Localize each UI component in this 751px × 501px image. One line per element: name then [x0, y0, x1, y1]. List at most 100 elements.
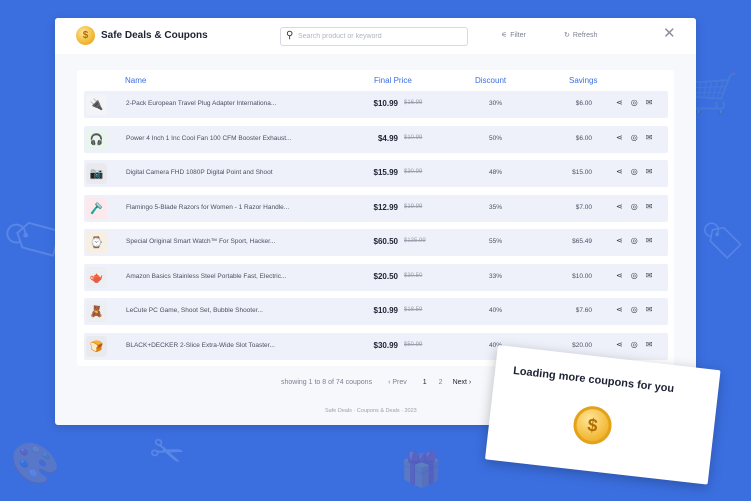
whatsapp-icon[interactable]: ◎ [631, 133, 638, 142]
top-bar: $ Safe Deals & Coupons ⚲ ⚟ Filter ↻ Refr… [55, 18, 696, 54]
product-name[interactable]: LeCute PC Game, Shoot Set, Bubble Shoote… [126, 307, 346, 314]
refresh-icon: ↻ [564, 32, 570, 39]
search-input[interactable] [298, 30, 463, 43]
product-name[interactable]: Digital Camera FHD 1080P Digital Point a… [126, 169, 346, 176]
row-actions: ⋖ ◎ ✉ [616, 98, 652, 107]
discount-percent: 55% [489, 238, 503, 245]
table-header: Name Final Price Discount Savings [77, 76, 674, 88]
filter-label: Filter [510, 31, 526, 39]
table-row[interactable]: 📷 Digital Camera FHD 1080P Digital Point … [84, 160, 668, 187]
email-icon[interactable]: ✉ [646, 133, 653, 142]
final-price: $20.50 [373, 271, 398, 281]
toaster-icon: 🍞 [86, 335, 107, 357]
camera-icon: 📷 [86, 163, 107, 184]
email-icon[interactable]: ✉ [646, 271, 653, 280]
pagination: showing 1 to 8 of 74 coupons ‹ Prev 1 2 … [281, 379, 471, 386]
next-page-button[interactable]: Next › [453, 379, 472, 386]
table-row[interactable]: 🫖 Amazon Basics Stainless Steel Portable … [84, 263, 668, 291]
email-icon[interactable]: ✉ [646, 98, 653, 107]
email-icon[interactable]: ✉ [646, 236, 653, 245]
savings-amount: $10.00 [572, 272, 592, 280]
product-name[interactable]: Amazon Basics Stainless Steel Portable F… [126, 273, 346, 280]
header-name[interactable]: Name [125, 76, 146, 85]
table-row[interactable]: 🧸 LeCute PC Game, Shoot Set, Bubble Shoot… [84, 298, 668, 325]
row-actions: ⋖ ◎ ✉ [616, 167, 652, 176]
whatsapp-icon[interactable]: ◎ [631, 305, 638, 314]
product-name[interactable]: 2-Pack European Travel Plug Adapter Inte… [126, 100, 346, 107]
email-icon[interactable]: ✉ [646, 340, 653, 349]
savings-amount: $6.00 [575, 100, 592, 107]
refresh-button[interactable]: ↻ Refresh [564, 31, 598, 40]
original-price: $10.99 [404, 134, 423, 141]
cart-icon: 🛒 [690, 71, 740, 117]
share-icon[interactable]: ⋖ [616, 340, 623, 349]
share-icon[interactable]: ⋖ [616, 271, 623, 280]
row-actions: ⋖ ◎ ✉ [616, 340, 652, 349]
search-box[interactable]: ⚲ [280, 27, 468, 46]
plug-adapter-icon: 🔌 [86, 94, 107, 115]
close-icon[interactable]: ✕ [663, 26, 676, 41]
neck-fan-icon: 🎧 [86, 128, 107, 150]
page-2-button[interactable]: 2 [439, 379, 443, 386]
product-name[interactable]: Flamingo 5-Blade Razors for Women - 1 Ra… [126, 204, 346, 211]
header-savings[interactable]: Savings [569, 76, 597, 85]
row-actions: ⋖ ◎ ✉ [616, 305, 652, 314]
loading-card: Loading more coupons for you $ [484, 345, 721, 485]
original-price: $50.99 [404, 341, 423, 348]
kettle-icon: 🫖 [86, 266, 107, 288]
share-icon[interactable]: ⋖ [616, 98, 623, 107]
final-price: $15.99 [373, 168, 398, 177]
original-price: $16.99 [404, 100, 423, 106]
share-icon[interactable]: ⋖ [616, 133, 623, 142]
table-row[interactable]: 🪒 Flamingo 5-Blade Razors for Women - 1 R… [84, 194, 668, 222]
share-icon[interactable]: ⋖ [616, 305, 623, 314]
share-icon[interactable]: ⋖ [616, 236, 623, 245]
table-row[interactable]: ⌚ Special Original Smart Watch™ For Sport… [84, 229, 668, 256]
whatsapp-icon[interactable]: ◎ [631, 236, 638, 245]
whatsapp-icon[interactable]: ◎ [631, 340, 638, 349]
row-actions: ⋖ ◎ ✉ [616, 202, 652, 211]
product-name[interactable]: Special Original Smart Watch™ For Sport,… [126, 238, 346, 245]
refresh-label: Refresh [572, 31, 598, 39]
table-row[interactable]: 🔌 2-Pack European Travel Plug Adapter Int… [84, 91, 668, 118]
razor-icon: 🪒 [86, 197, 107, 219]
share-icon[interactable]: ⋖ [616, 167, 623, 176]
whatsapp-icon[interactable]: ◎ [631, 167, 638, 176]
gift-icon: 🎁 [400, 450, 443, 490]
tag-icon: 🏷 [700, 221, 746, 262]
page-1-button[interactable]: 1 [423, 379, 427, 386]
prev-page-button[interactable]: ‹ Prev [388, 379, 407, 386]
filter-icon: ⚟ [501, 32, 508, 39]
final-price: $10.99 [373, 306, 398, 315]
email-icon[interactable]: ✉ [646, 305, 653, 314]
original-price: $19.99 [404, 203, 423, 210]
product-name[interactable]: BLACK+DECKER 2-Slice Extra-Wide Slot Toa… [126, 342, 346, 349]
header-final-price[interactable]: Final Price [374, 76, 412, 85]
whatsapp-icon[interactable]: ◎ [631, 202, 638, 211]
final-price: $30.99 [373, 340, 398, 350]
whatsapp-icon[interactable]: ◎ [631, 271, 638, 280]
product-name[interactable]: Power 4 Inch 1 Inc Cool Fan 100 CFM Boos… [126, 135, 346, 142]
toy-icon: 🧸 [86, 301, 107, 322]
table-row[interactable]: 🎧 Power 4 Inch 1 Inc Cool Fan 100 CFM Boo… [84, 125, 668, 153]
discount-percent: 35% [489, 203, 503, 211]
email-icon[interactable]: ✉ [646, 167, 653, 176]
discount-percent: 30% [489, 100, 503, 107]
share-icon[interactable]: ⋖ [616, 202, 623, 211]
pagination-summary: showing 1 to 8 of 74 coupons [281, 379, 373, 386]
header-discount[interactable]: Discount [475, 76, 506, 85]
row-actions: ⋖ ◎ ✉ [616, 236, 652, 245]
filter-button[interactable]: ⚟ Filter [501, 31, 526, 40]
palette-icon: 🎨 [10, 441, 60, 487]
discount-percent: 40% [489, 307, 503, 314]
email-icon[interactable]: ✉ [646, 202, 653, 211]
watch-icon: ⌚ [86, 232, 107, 253]
original-price: $18.59 [404, 307, 423, 313]
savings-amount: $7.00 [575, 203, 592, 211]
footer-text: Safe Deals · Coupons & Deals · 2023 [325, 408, 417, 414]
deals-table: Name Final Price Discount Savings 🔌 2-Pac… [77, 70, 674, 366]
coin-icon: $ [571, 404, 614, 447]
loading-text: Loading more coupons for you [512, 364, 675, 396]
whatsapp-icon[interactable]: ◎ [631, 98, 638, 107]
search-icon: ⚲ [286, 30, 294, 41]
